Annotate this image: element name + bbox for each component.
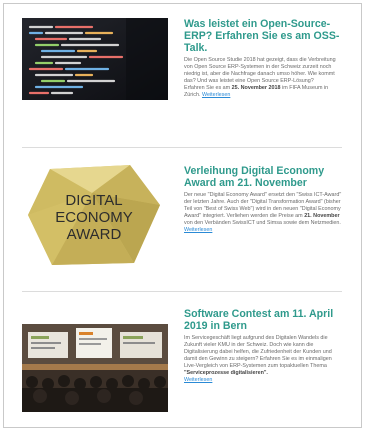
article-title[interactable]: Verleihung Digital Economy Award am 21. … — [184, 165, 342, 189]
event-date: 21. November — [304, 213, 340, 219]
event-suffix: von den Verbänden SwissICT und Simsa sow… — [184, 220, 341, 226]
article-body: Software Contest am 11. April 2019 in Be… — [184, 308, 342, 384]
read-more-link[interactable]: Weiterlesen — [184, 227, 212, 233]
divider — [22, 291, 342, 292]
read-more-link[interactable]: Weiterlesen — [202, 92, 230, 98]
logo-line1: DIGITAL — [65, 192, 122, 209]
award-gem-logo-icon: DIGITAL ECONOMY AWARD — [22, 159, 168, 271]
article-body: Verleihung Digital Economy Award am 21. … — [184, 165, 342, 234]
event-date: 25. November 2018 — [231, 85, 281, 91]
logo-line3: AWARD — [67, 226, 122, 243]
award-logo-image[interactable]: DIGITAL ECONOMY AWARD — [22, 159, 168, 271]
event-prefix: Erfahren Sie es am — [184, 85, 231, 91]
article-title[interactable]: Software Contest am 11. April 2019 in Be… — [184, 308, 342, 332]
code-screen-image[interactable] — [22, 18, 168, 100]
article-title[interactable]: Was leistet ein Open-Source-ERP? Erfahre… — [184, 18, 342, 54]
conference-photo-icon — [22, 324, 168, 412]
article-paragraph: Im Servicegeschäft liegt aufgrund des Di… — [184, 335, 332, 369]
newsletter-frame: Was leistet ein Open-Source-ERP? Erfahre… — [3, 3, 362, 428]
read-more-link[interactable]: Weiterlesen — [184, 377, 212, 383]
article-paragraph: Die Open Source Studie 2018 hat gezeigt,… — [184, 57, 336, 84]
article-text: Im Servicegeschäft liegt aufgrund des Di… — [184, 335, 342, 384]
article-body: Was leistet ein Open-Source-ERP? Erfahre… — [184, 18, 342, 99]
article-text: Die Open Source Studie 2018 hat gezeigt,… — [184, 57, 342, 99]
event-date: "Serviceprozesse digitalisieren". — [184, 370, 268, 376]
conference-image[interactable] — [22, 324, 168, 412]
divider — [22, 147, 342, 148]
logo-line2: ECONOMY — [55, 209, 133, 226]
code-screen-photo-icon — [22, 18, 168, 100]
article-text: Der neue "Digital Economy Award" ersetzt… — [184, 192, 342, 234]
